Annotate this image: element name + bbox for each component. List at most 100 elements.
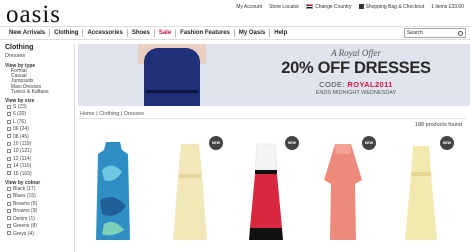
colour-option[interactable]: Denim (1) [7, 216, 67, 223]
product-image[interactable] [169, 140, 211, 246]
new-badge: NEW [285, 136, 299, 150]
store-locator-link[interactable]: Store Locator [269, 4, 299, 10]
checkbox[interactable] [7, 141, 11, 146]
size-option[interactable]: 14 (110) [7, 163, 67, 170]
search-input[interactable]: Search [404, 28, 466, 38]
size-label: 14 (110) [13, 163, 32, 170]
size-label: L (76) [13, 118, 26, 125]
new-badge: NEW [209, 136, 223, 150]
checkbox[interactable] [7, 194, 11, 199]
checkbox[interactable] [7, 119, 11, 124]
brand-logo[interactable]: oasis [6, 1, 61, 29]
size-option[interactable]: L (76) [7, 119, 67, 126]
size-label: 12 (114) [13, 155, 32, 162]
checkbox[interactable] [7, 104, 11, 109]
promo-code-label: CODE: [319, 80, 345, 89]
checkbox[interactable] [7, 156, 11, 161]
divider [78, 118, 466, 119]
bag-label: Shopping Bag & Checkout [365, 4, 425, 10]
breadcrumb[interactable]: Home | Clothing | Dresses [80, 111, 144, 117]
colour-option[interactable]: Blues (15) [7, 193, 67, 200]
colour-label: Greens (8) [13, 223, 37, 230]
size-option[interactable]: 06 (24) [7, 126, 67, 133]
size-option[interactable]: 16 (103) [7, 171, 67, 178]
products-found: 188 products found [414, 122, 462, 128]
bag-icon [358, 4, 364, 10]
checkbox[interactable] [7, 186, 11, 191]
nav-shoes[interactable]: Shoes [128, 29, 155, 37]
size-label: S (23) [13, 104, 27, 111]
size-option[interactable]: 10 (121) [7, 148, 67, 155]
flag-icon [306, 4, 314, 10]
product-card[interactable]: NEW [310, 136, 376, 252]
checkbox[interactable] [7, 112, 11, 117]
colour-label: Blues (15) [13, 193, 36, 200]
main-nav: New Arrivals Clothing Accessories Shoes … [0, 26, 470, 40]
nav-clothing[interactable]: Clothing [50, 29, 84, 37]
promo-script: A Royal Offer [331, 48, 381, 58]
colour-option[interactable]: Greys (4) [7, 231, 67, 238]
bag-link[interactable]: Shopping Bag & Checkout [358, 4, 425, 10]
change-country-link[interactable]: Change Country [306, 4, 352, 10]
colour-option[interactable]: Greens (8) [7, 223, 67, 230]
product-card[interactable]: NEW [157, 136, 223, 252]
sidebar-title[interactable]: Clothing [5, 44, 67, 51]
checkbox[interactable] [7, 201, 11, 206]
checkbox[interactable] [7, 208, 11, 213]
product-image[interactable] [322, 140, 364, 246]
nav-new-arrivals[interactable]: New Arrivals [5, 29, 51, 37]
nav-help[interactable]: Help [270, 29, 291, 37]
checkbox[interactable] [7, 231, 11, 236]
sidebar-subtitle[interactable]: Dresses [5, 53, 67, 59]
product-image[interactable] [245, 140, 287, 246]
checkbox[interactable] [7, 134, 11, 139]
product-card[interactable]: NEW [388, 136, 454, 252]
checkbox[interactable] [7, 223, 11, 228]
colour-option[interactable]: Browns (6) [7, 201, 67, 208]
product-card[interactable] [80, 136, 146, 252]
model-image [138, 44, 206, 106]
nav-sale[interactable]: Sale [155, 29, 177, 37]
promo-text: A Royal Offer 20% OFF DRESSES CODE: ROYA… [256, 48, 456, 96]
colour-option[interactable]: Browns (9) [7, 208, 67, 215]
product-image[interactable] [92, 140, 134, 246]
size-option[interactable]: 10 (119) [7, 141, 67, 148]
new-badge: NEW [362, 136, 376, 150]
nav-my-oasis[interactable]: My Oasis [235, 29, 271, 37]
colour-label: Browns (6) [13, 200, 38, 207]
size-option[interactable]: 12 (114) [7, 156, 67, 163]
change-country-label: Change Country [315, 4, 352, 10]
promo-code-value: ROYAL2011 [347, 80, 393, 89]
promo-headline: 20% OFF DRESSES [281, 59, 431, 77]
my-account-link[interactable]: My Account [236, 4, 262, 10]
size-label: 08 (45) [13, 133, 29, 140]
nav-fashion-features[interactable]: Fashion Features [176, 29, 235, 37]
type-item[interactable]: Tunics & Kaftans [11, 89, 67, 95]
search-icon[interactable] [458, 30, 463, 36]
new-badge: NEW [440, 136, 454, 150]
checkbox[interactable] [7, 149, 11, 154]
product-card[interactable]: NEW [233, 136, 299, 252]
promo-ends: ENDS MIDNIGHT WEDNESDAY [315, 90, 397, 96]
product-image[interactable] [400, 140, 442, 246]
checkbox[interactable] [7, 126, 11, 131]
size-option[interactable]: S (23) [7, 104, 67, 111]
promo-banner[interactable]: A Royal Offer 20% OFF DRESSES CODE: ROYA… [78, 44, 470, 106]
size-option[interactable]: 6 (20) [7, 111, 67, 118]
colour-option[interactable]: Black (17) [7, 186, 67, 193]
size-label: 6 (20) [13, 111, 27, 118]
sidebar-divider [74, 44, 75, 252]
top-links: My Account Store Locator Change Country … [236, 4, 464, 10]
nav-accessories[interactable]: Accessories [83, 29, 128, 37]
promo-code: CODE: ROYAL2011 [256, 80, 456, 89]
checkbox[interactable] [7, 216, 11, 221]
size-option[interactable]: 08 (45) [7, 134, 67, 141]
checkbox[interactable] [7, 163, 11, 168]
colour-label: Denim (1) [13, 215, 35, 222]
colour-label: Browns (9) [13, 208, 38, 215]
size-label: 10 (119) [13, 141, 32, 148]
bag-count: 1 items £33.00 [431, 4, 464, 10]
search-label: Search [407, 30, 423, 36]
checkbox[interactable] [7, 171, 11, 176]
size-label: 16 (103) [13, 170, 32, 177]
